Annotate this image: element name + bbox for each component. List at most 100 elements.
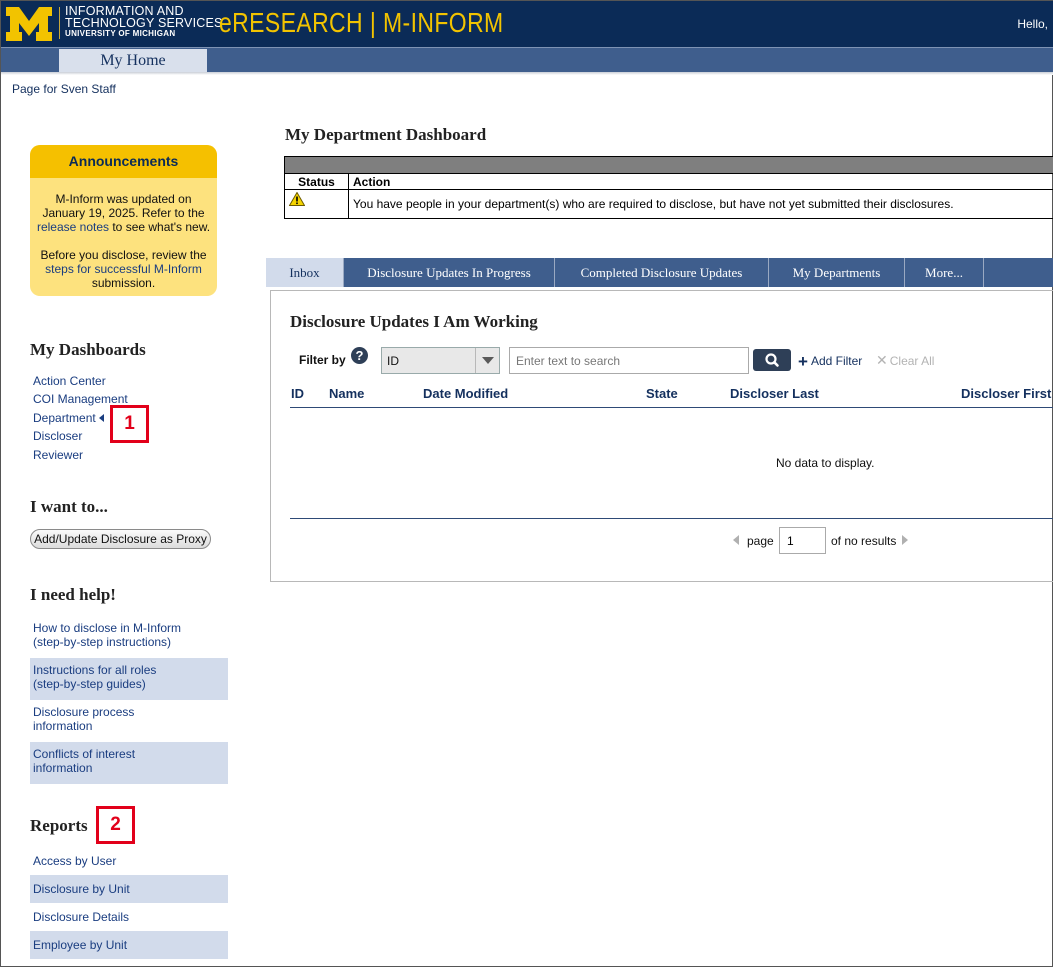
table-title-cell (284, 156, 1053, 174)
tab-my-departments[interactable]: My Departments (769, 258, 905, 287)
search-button[interactable] (753, 349, 791, 371)
help-link-disclosure-process[interactable]: Disclosure process information (30, 700, 228, 742)
michigan-block-m-logo[interactable] (6, 7, 52, 41)
column-header-date-modified[interactable]: Date Modified (423, 386, 508, 401)
action-column-header: Action (348, 173, 1053, 190)
inbox-panel: Disclosure Updates I Am Working Filter b… (270, 290, 1053, 582)
help-link-instructions-all-roles[interactable]: Instructions for all roles (step-by-step … (30, 658, 228, 700)
steps-link[interactable]: steps for successful M-Inform (45, 262, 202, 276)
help-icon[interactable]: ? (351, 347, 368, 364)
page-owner-label: Page for Sven Staff (12, 82, 116, 96)
help-link-line: (step-by-step guides) (33, 677, 146, 691)
search-input[interactable] (509, 347, 749, 374)
reports-heading: Reports (30, 816, 88, 835)
site-header: INFORMATION AND TECHNOLOGY SERVICES UNIV… (1, 1, 1053, 47)
report-link-disclosure-details[interactable]: Disclosure Details (30, 903, 228, 931)
column-header-state[interactable]: State (646, 386, 678, 401)
announcement-text: Before you disclose, review the (40, 248, 207, 262)
dashboard-link-action-center[interactable]: Action Center (33, 374, 106, 388)
header-divider-line (290, 407, 1053, 408)
column-header-discloser-last[interactable]: Discloser Last (730, 386, 819, 401)
column-header-discloser-first[interactable]: Discloser First (961, 386, 1051, 401)
dashboard-link-coi-management[interactable]: COI Management (33, 392, 128, 406)
tab-inbox[interactable]: Inbox (266, 258, 344, 287)
tab-completed-disclosure-updates[interactable]: Completed Disclosure Updates (555, 258, 769, 287)
dashboard-status-table: Status Action You have people in your de… (284, 156, 1053, 219)
status-cell (284, 189, 349, 219)
its-wordmark: INFORMATION AND TECHNOLOGY SERVICES UNIV… (65, 5, 223, 39)
search-icon (765, 353, 779, 367)
close-icon: ✕ (876, 352, 888, 368)
filter-dropdown-toggle[interactable] (475, 348, 499, 373)
chevron-down-icon (482, 357, 494, 364)
plus-icon: + (798, 352, 808, 371)
filter-select-value: ID (387, 354, 399, 368)
filter-field-select[interactable]: ID (381, 347, 500, 374)
i-need-help-heading: I need help! (30, 585, 116, 604)
announcement-text: M-Inform was updated on January 19, 2025… (42, 192, 205, 220)
dashboard-link-department-label: Department (33, 411, 96, 425)
dashboard-link-discloser[interactable]: Discloser (33, 429, 82, 443)
help-link-line: Disclosure process (33, 705, 135, 719)
announcement-paragraph-2: Before you disclose, review the steps fo… (36, 248, 211, 290)
header-divider (59, 7, 60, 39)
callout-2: 2 (96, 806, 135, 844)
announcement-text: to see what's new. (109, 220, 211, 234)
add-filter-label: Add Filter (810, 354, 863, 368)
report-link-access-by-user[interactable]: Access by User (30, 847, 228, 875)
help-link-line: (step-by-step instructions) (33, 635, 172, 649)
announcements-title: Announcements (30, 145, 217, 178)
announcements-box: Announcements M-Inform was updated on Ja… (30, 145, 217, 296)
its-line-3: UNIVERSITY OF MICHIGAN (65, 29, 176, 38)
table-header-row: Status Action (284, 173, 1053, 190)
help-link-line: Instructions for all roles (33, 663, 157, 677)
report-link-employee-by-unit[interactable]: Employee by Unit (30, 931, 228, 959)
release-notes-link[interactable]: release notes (37, 220, 109, 234)
clear-all-label: Clear All (889, 354, 935, 368)
caret-left-icon (98, 414, 104, 422)
table-title-bar (284, 156, 1053, 174)
status-column-header: Status (284, 173, 349, 190)
dashboard-link-department[interactable]: Department (33, 411, 104, 425)
tab-more[interactable]: More... (905, 258, 984, 287)
nav-tab-my-home[interactable]: My Home (59, 49, 207, 73)
dashboard-title: My Department Dashboard (285, 125, 487, 144)
page-label: page (747, 534, 774, 548)
its-line-2: TECHNOLOGY SERVICES (65, 16, 223, 30)
callout-1: 1 (110, 405, 149, 443)
user-greeting: Hello, (1017, 17, 1048, 31)
help-link-conflicts-of-interest[interactable]: Conflicts of interest information (30, 742, 228, 784)
help-link-line: information (33, 719, 93, 733)
tab-disclosure-updates-in-progress[interactable]: Disclosure Updates In Progress (344, 258, 555, 287)
dashboard-link-reviewer[interactable]: Reviewer (33, 448, 83, 462)
panel-title: Disclosure Updates I Am Working (290, 312, 538, 331)
results-count-label: of no results (831, 534, 897, 548)
top-nav-bar: My Home (1, 47, 1053, 73)
announcement-paragraph-1: M-Inform was updated on January 19, 2025… (36, 192, 211, 234)
my-dashboards-heading: My Dashboards (30, 340, 146, 359)
clear-all-button[interactable]: ✕ Clear All (876, 352, 934, 369)
i-want-to-heading: I want to... (30, 497, 108, 516)
app-title: eRESEARCH | M-INFORM (219, 7, 504, 38)
announcements-body: M-Inform was updated on January 19, 2025… (30, 178, 217, 290)
action-cell[interactable]: You have people in your department(s) wh… (348, 189, 1053, 219)
inbox-tab-bar: Inbox Disclosure Updates In Progress Com… (266, 258, 1053, 287)
table-row: You have people in your department(s) wh… (284, 189, 1053, 219)
footer-divider-line (290, 518, 1053, 519)
add-filter-button[interactable]: + Add Filter (798, 352, 862, 372)
empty-state-message: No data to display. (776, 456, 875, 470)
next-page-icon[interactable] (902, 535, 908, 545)
filter-label: Filter by (299, 353, 346, 367)
help-link-how-to-disclose[interactable]: How to disclose in M-Inform (step-by-step… (30, 616, 228, 658)
help-link-line: How to disclose in M-Inform (33, 621, 182, 635)
warning-icon (288, 191, 306, 206)
prev-page-icon[interactable] (733, 535, 739, 545)
help-link-line: information (33, 761, 93, 775)
column-header-id[interactable]: ID (291, 386, 304, 401)
column-header-name[interactable]: Name (329, 386, 364, 401)
help-link-line: Conflicts of interest (33, 747, 136, 761)
report-link-disclosure-by-unit[interactable]: Disclosure by Unit (30, 875, 228, 903)
nav-shadow (1, 72, 1053, 75)
page-number-input[interactable] (779, 527, 826, 554)
add-update-proxy-button[interactable]: Add/Update Disclosure as Proxy (30, 529, 211, 549)
